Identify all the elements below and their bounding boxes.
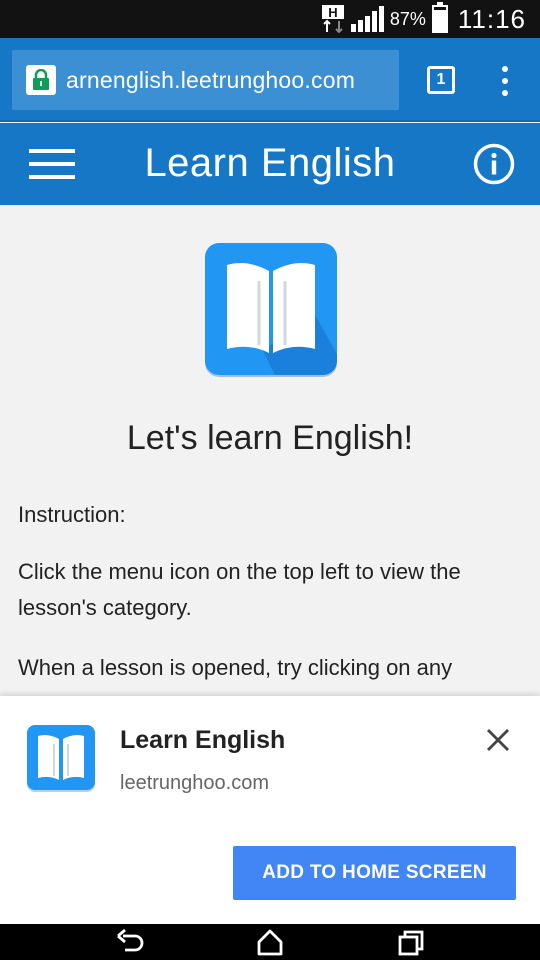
info-icon[interactable]: [473, 143, 515, 190]
add-to-home-banner: Learn English leetrunghoo.com ADD TO HOM…: [0, 696, 540, 924]
lock-icon[interactable]: [26, 65, 56, 95]
instruction-label: Instruction:: [18, 502, 126, 527]
headline: Let's learn English!: [126, 419, 414, 457]
system-nav-bar: [0, 924, 540, 960]
main-content: Let's learn English! Instruction: Click …: [0, 205, 540, 696]
banner-app-name: Learn English: [120, 726, 286, 754]
network-type-icon: H: [321, 5, 345, 34]
svg-text:H: H: [328, 5, 337, 20]
banner-site: leetrunghoo.com: [120, 772, 269, 794]
url-text[interactable]: arnenglish.leetrunghoo.com: [66, 67, 399, 94]
clock: 11:16: [457, 3, 526, 34]
status-bar: H 87% 11:16: [0, 0, 540, 38]
signal-strength-icon: [350, 6, 384, 32]
tab-switcher-button[interactable]: 1: [427, 66, 455, 94]
battery-percent: 87%: [389, 8, 426, 29]
book-logo-icon: [203, 241, 339, 377]
recent-apps-icon[interactable]: [396, 928, 426, 956]
battery-icon: [431, 2, 448, 33]
browser-toolbar: arnenglish.leetrunghoo.com 1: [0, 38, 540, 122]
instruction-paragraph-2: When a lesson is opened, try clicking on…: [18, 655, 453, 680]
instruction-paragraph-1: Click the menu icon on the top left to v…: [18, 559, 461, 620]
home-icon[interactable]: [255, 928, 285, 956]
url-bar[interactable]: arnenglish.leetrunghoo.com: [12, 50, 399, 110]
add-to-home-screen-button[interactable]: ADD TO HOME SCREEN: [233, 846, 516, 900]
back-icon[interactable]: [115, 928, 145, 956]
overflow-menu-icon[interactable]: [497, 66, 513, 96]
page-title: Learn English: [144, 141, 396, 185]
app-header: Learn English: [0, 123, 540, 205]
close-icon[interactable]: [484, 726, 512, 754]
app-logo-icon: [26, 724, 96, 792]
